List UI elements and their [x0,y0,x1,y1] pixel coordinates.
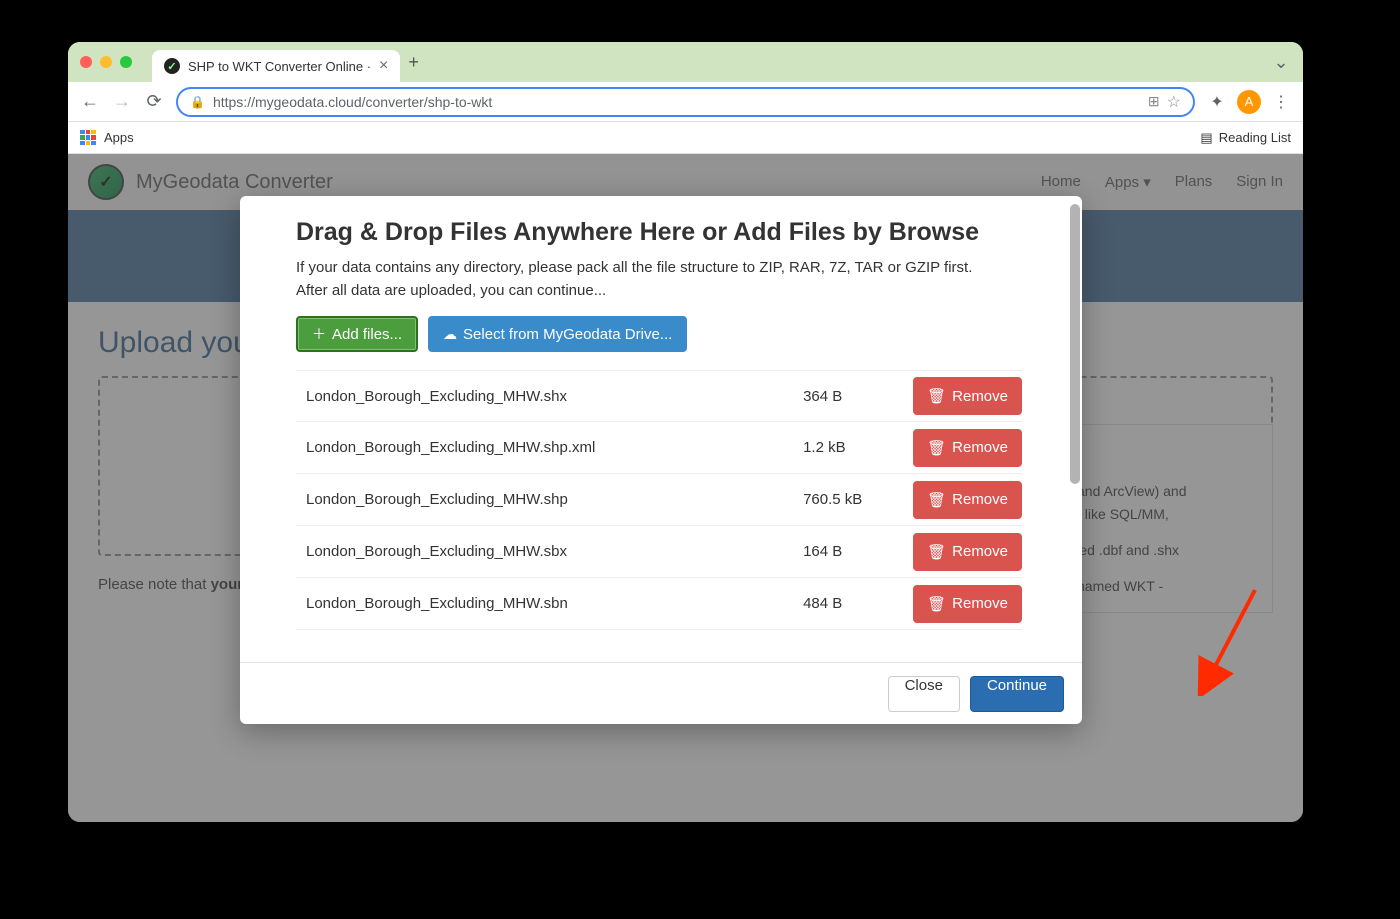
apps-label[interactable]: Apps [104,130,134,145]
toolbar-right: ✦ A ⋮ [1207,90,1291,114]
remove-button[interactable]: 🗑Remove [913,533,1022,571]
modal-scrollbar[interactable] [1070,204,1080,484]
file-name: London_Borough_Excluding_MHW.shp.xml [296,439,803,456]
page-content: ✓ MyGeodata Converter Home Apps ▾ Plans … [68,154,1303,822]
trash-icon: 🗑 [927,387,946,405]
modal-buttons: ＋ Add files... ☁ Select from MyGeodata D… [296,316,1022,352]
file-row: London_Borough_Excluding_MHW.shx364 B🗑Re… [296,370,1022,422]
file-name: London_Borough_Excluding_MHW.sbx [296,543,803,560]
modal-footer: Close Continue [240,662,1082,724]
trash-icon: 🗑 [927,439,946,457]
file-name: London_Borough_Excluding_MHW.sbn [296,595,803,612]
reload-button[interactable]: ⟳ [144,91,164,112]
modal-title: Drag & Drop Files Anywhere Here or Add F… [296,218,1022,247]
bookmark-star-icon[interactable]: ☆ [1167,92,1181,112]
remove-button[interactable]: 🗑Remove [913,481,1022,519]
menu-icon[interactable]: ⋮ [1271,92,1291,112]
remove-button[interactable]: 🗑Remove [913,429,1022,467]
add-files-button[interactable]: ＋ Add files... [296,316,418,352]
file-size: 364 B [803,388,913,405]
file-row: London_Borough_Excluding_MHW.shp.xml1.2 … [296,422,1022,474]
bookmarks-bar: Apps ▤ Reading List [68,122,1303,154]
close-button[interactable]: Close [888,676,960,712]
file-size: 164 B [803,543,913,560]
file-size: 1.2 kB [803,439,913,456]
modal-description: If your data contains any directory, ple… [296,257,1022,302]
extensions-icon[interactable]: ✦ [1207,92,1227,112]
new-tab-button[interactable]: + [408,52,419,73]
url-text: https://mygeodata.cloud/converter/shp-to… [213,94,492,110]
lock-icon: 🔒 [190,95,205,109]
upload-modal: Drag & Drop Files Anywhere Here or Add F… [240,196,1082,724]
file-name: London_Borough_Excluding_MHW.shp [296,491,803,508]
file-row: London_Borough_Excluding_MHW.sbx164 B🗑Re… [296,526,1022,578]
file-size: 760.5 kB [803,491,913,508]
maximize-window-icon[interactable] [120,56,132,68]
profile-avatar[interactable]: A [1237,90,1261,114]
file-row: London_Borough_Excluding_MHW.sbn484 B🗑Re… [296,578,1022,630]
translate-icon[interactable]: ⊞ [1148,93,1159,110]
chevron-down-icon[interactable]: ⌄ [1271,52,1291,73]
back-button[interactable]: ← [80,91,100,112]
reading-list-link[interactable]: Reading List [1219,130,1291,145]
continue-button[interactable]: Continue [970,676,1064,712]
forward-button: → [112,91,132,112]
close-tab-icon[interactable]: × [379,57,388,75]
tab-strip: ✓ SHP to WKT Converter Online · × + ⌄ [68,42,1303,82]
trash-icon: 🗑 [927,543,946,561]
favicon-icon: ✓ [164,58,180,74]
remove-button[interactable]: 🗑Remove [913,585,1022,623]
plus-icon: ＋ [312,324,326,344]
address-bar[interactable]: 🔒 https://mygeodata.cloud/converter/shp-… [176,87,1195,117]
file-size: 484 B [803,595,913,612]
reading-list-icon[interactable]: ▤ [1200,130,1212,146]
file-list: London_Borough_Excluding_MHW.shx364 B🗑Re… [296,370,1022,630]
modal-body: Drag & Drop Files Anywhere Here or Add F… [240,196,1082,662]
file-row: London_Borough_Excluding_MHW.shp760.5 kB… [296,474,1022,526]
select-drive-button[interactable]: ☁ Select from MyGeodata Drive... [428,316,687,352]
close-window-icon[interactable] [80,56,92,68]
remove-button[interactable]: 🗑Remove [913,377,1022,415]
browser-window: ✓ SHP to WKT Converter Online · × + ⌄ ← … [68,42,1303,822]
browser-tab[interactable]: ✓ SHP to WKT Converter Online · × [152,50,400,82]
apps-icon[interactable] [80,130,96,146]
file-name: London_Borough_Excluding_MHW.shx [296,388,803,405]
minimize-window-icon[interactable] [100,56,112,68]
trash-icon: 🗑 [927,491,946,509]
window-controls [80,56,132,68]
toolbar: ← → ⟳ 🔒 https://mygeodata.cloud/converte… [68,82,1303,122]
trash-icon: 🗑 [927,595,946,613]
cloud-icon: ☁ [443,326,457,343]
tab-title: SHP to WKT Converter Online · [188,59,371,74]
